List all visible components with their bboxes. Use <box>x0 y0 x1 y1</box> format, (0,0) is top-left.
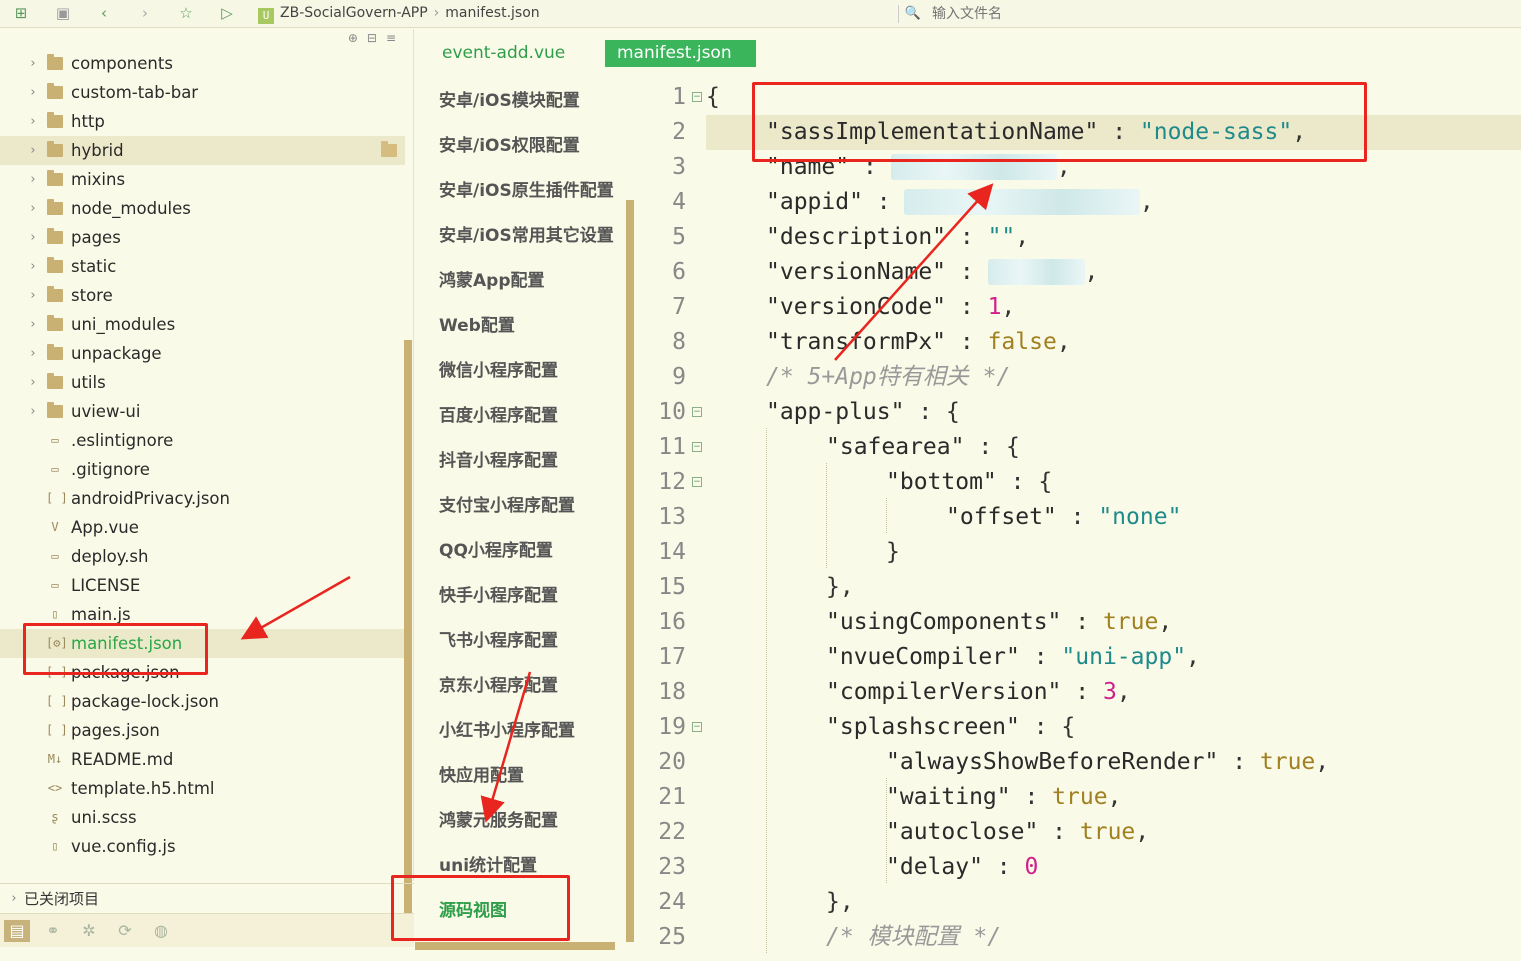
arrow-to-sass-line <box>834 183 994 361</box>
arrow-to-manifest-file <box>240 575 351 640</box>
arrow-to-source-view <box>480 671 532 823</box>
annotation-arrows <box>240 183 994 823</box>
